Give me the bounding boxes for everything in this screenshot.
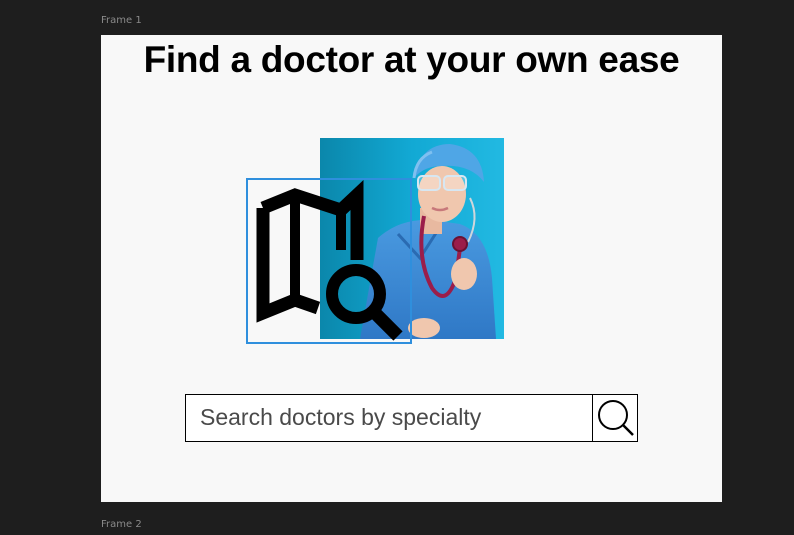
map-search-icon-selection[interactable] xyxy=(246,178,412,344)
page-title: Find a doctor at your own ease xyxy=(143,39,680,80)
frame-2-label[interactable]: Frame 2 xyxy=(101,519,142,530)
design-canvas: Frame 1 Find a doctor at your own ease S… xyxy=(0,0,794,535)
search-button[interactable] xyxy=(592,393,638,442)
search-icon xyxy=(598,399,634,436)
frame-1[interactable]: Find a doctor at your own ease xyxy=(101,35,722,502)
map-search-icon xyxy=(256,180,403,341)
search-bar xyxy=(185,393,638,442)
frame-1-label[interactable]: Frame 1 xyxy=(101,15,142,26)
search-input[interactable] xyxy=(186,395,592,440)
